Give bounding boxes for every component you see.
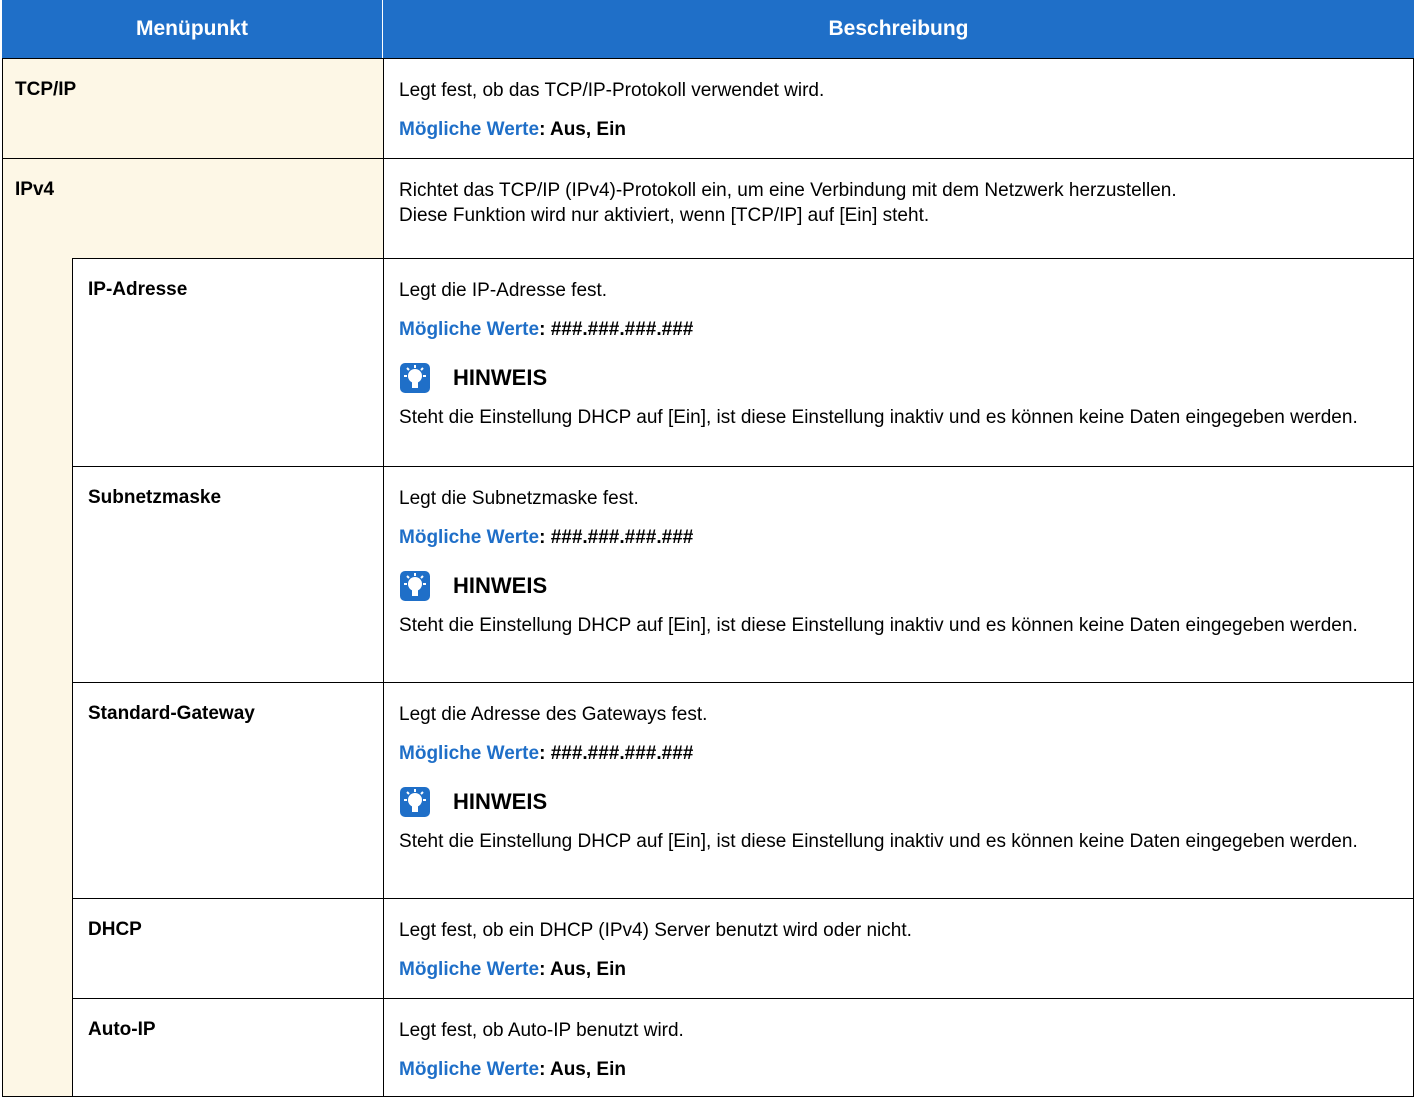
- menu-item-default-gateway: Standard-Gateway: [71, 682, 385, 899]
- table-row: Standard-Gateway Legt die Adresse des Ga…: [2, 682, 1414, 899]
- indent-spacer: [2, 682, 73, 899]
- description-tcpip: Legt fest, ob das TCP/IP-Protokoll verwe…: [383, 58, 1414, 159]
- lightbulb-note-icon: [400, 787, 431, 818]
- note-heading: HINWEIS: [399, 786, 1399, 818]
- note-text: Steht die Einstellung DHCP auf [Ein], is…: [399, 831, 1358, 853]
- note-text: Steht die Einstellung DHCP auf [Ein], is…: [399, 407, 1358, 429]
- values-text: ###.###.###.###: [550, 526, 694, 548]
- values-label: Mögliche Werte: [399, 742, 540, 764]
- settings-table-document: Menüpunkt Beschreibung TCP/IP Legt fest,…: [1, 0, 1414, 1097]
- description-text: Legt die Adresse des Gateways fest.: [399, 704, 708, 725]
- menu-item-subnet-mask: Subnetzmaske: [71, 466, 385, 683]
- header-menu-item: Menüpunkt: [2, 0, 383, 58]
- values-text: Aus, Ein: [549, 958, 626, 980]
- table-row: Subnetzmaske Legt die Subnetzmaske fest.…: [2, 466, 1414, 683]
- description-text: Legt fest, ob Auto-IP benutzt wird.: [399, 1020, 684, 1041]
- note-heading: HINWEIS: [399, 570, 1399, 602]
- description-text: Legt fest, ob das TCP/IP-Protokoll verwe…: [399, 80, 825, 101]
- values-label: Mögliche Werte: [399, 118, 540, 140]
- description-subnet-mask: Legt die Subnetzmaske fest. Mögliche Wer…: [383, 466, 1414, 683]
- table-row: DHCP Legt fest, ob ein DHCP (IPv4) Serve…: [2, 898, 1414, 999]
- values-text: Aus, Ein: [549, 1058, 626, 1080]
- lightbulb-note-icon: [400, 571, 431, 602]
- possible-values: Mögliche Werte: Aus, Ein: [399, 958, 626, 980]
- description-ipv4: Richtet das TCP/IP (IPv4)-Protokoll ein,…: [383, 158, 1414, 259]
- table-row: IPv4 Richtet das TCP/IP (IPv4)-Protokoll…: [1, 158, 1414, 259]
- indent-spacer: [2, 258, 73, 467]
- note-title: HINWEIS: [453, 789, 548, 815]
- note-title: HINWEIS: [453, 365, 548, 391]
- header-description: Beschreibung: [828, 17, 969, 40]
- possible-values: Mögliche Werte: ###.###.###.###: [399, 526, 694, 548]
- description-default-gateway: Legt die Adresse des Gateways fest. Mögl…: [383, 682, 1414, 899]
- table-header: Menüpunkt Beschreibung: [2, 0, 1414, 58]
- description-dhcp: Legt fest, ob ein DHCP (IPv4) Server ben…: [383, 898, 1414, 999]
- description-ip-address: Legt die IP-Adresse fest. Mögliche Werte…: [383, 258, 1414, 467]
- description-text: Legt die Subnetzmaske fest.: [399, 488, 639, 509]
- table-row: IP-Adresse Legt die IP-Adresse fest. Mög…: [2, 258, 1414, 467]
- table-row: TCP/IP Legt fest, ob das TCP/IP-Protokol…: [1, 58, 1414, 159]
- menu-item-tcpip: TCP/IP: [1, 58, 385, 159]
- values-label: Mögliche Werte: [399, 318, 540, 340]
- possible-values: Mögliche Werte: ###.###.###.###: [399, 742, 694, 764]
- values-label: Mögliche Werte: [399, 958, 540, 980]
- note-heading: HINWEIS: [399, 362, 1399, 394]
- indent-spacer: [2, 466, 73, 683]
- values-text: ###.###.###.###: [550, 742, 694, 764]
- lightbulb-note-icon: [400, 363, 431, 394]
- menu-item-ipv4: IPv4: [1, 158, 385, 259]
- note-text: Steht die Einstellung DHCP auf [Ein], is…: [399, 615, 1358, 637]
- note-title: HINWEIS: [453, 573, 548, 599]
- possible-values: Mögliche Werte: ###.###.###.###: [399, 318, 694, 340]
- settings-table: TCP/IP Legt fest, ob das TCP/IP-Protokol…: [1, 58, 1414, 1097]
- description-text: Diese Funktion wird nur aktiviert, wenn …: [399, 204, 930, 226]
- values-label: Mögliche Werte: [399, 1058, 540, 1080]
- values-text: ###.###.###.###: [550, 318, 694, 340]
- description-text: Legt fest, ob ein DHCP (IPv4) Server ben…: [399, 920, 912, 941]
- menu-item-dhcp: DHCP: [71, 898, 385, 999]
- description-text: Legt die IP-Adresse fest.: [399, 280, 608, 301]
- values-text: Aus, Ein: [549, 118, 626, 140]
- values-label: Mögliche Werte: [399, 526, 540, 548]
- indent-spacer: [2, 898, 73, 999]
- possible-values: Mögliche Werte: Aus, Ein: [399, 118, 626, 140]
- possible-values: Mögliche Werte: Aus, Ein: [399, 1058, 626, 1080]
- menu-item-ip-address: IP-Adresse: [71, 258, 385, 467]
- description-text: Richtet das TCP/IP (IPv4)-Protokoll ein,…: [399, 180, 1177, 201]
